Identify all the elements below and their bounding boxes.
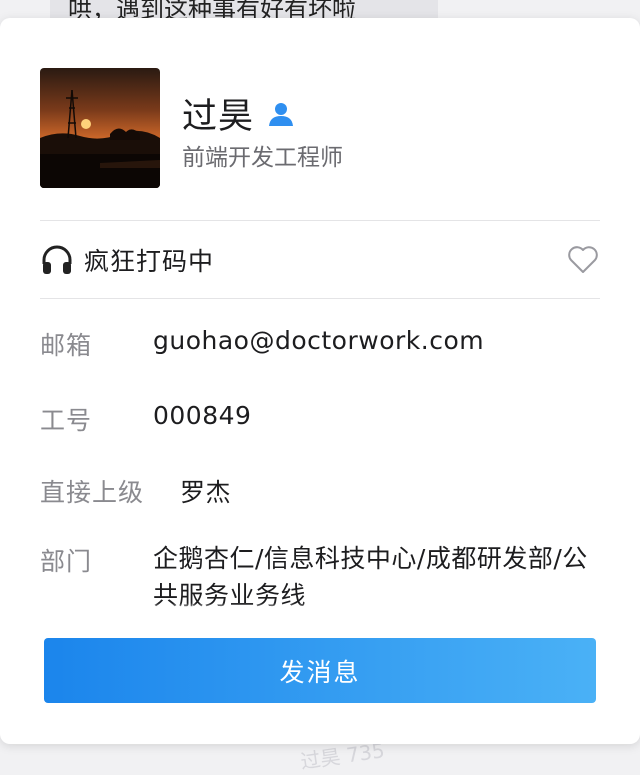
divider xyxy=(40,298,600,299)
profile-name: 过昊 xyxy=(182,97,255,137)
user-icon xyxy=(269,102,294,126)
send-message-button[interactable]: 发消息 xyxy=(44,638,596,703)
avatar[interactable] xyxy=(40,68,160,188)
status-text: 疯狂打码中 xyxy=(84,247,215,276)
employee-id-value: 000849 xyxy=(153,401,252,430)
heart-icon[interactable] xyxy=(566,242,600,276)
scroll-fade xyxy=(40,603,600,611)
status-row: 疯狂打码中 xyxy=(40,240,600,280)
profile-card: 过昊 前端开发工程师 疯狂打码中 邮箱 guohao@doctorwork.co… xyxy=(0,18,640,744)
manager-label: 直接上级 xyxy=(40,478,145,507)
divider xyxy=(40,220,600,221)
headphones-icon xyxy=(42,245,72,274)
manager-value[interactable]: 罗杰 xyxy=(180,473,231,509)
name-row: 过昊 xyxy=(182,88,296,139)
profile-job-title: 前端开发工程师 xyxy=(182,145,343,171)
employee-id-label: 工号 xyxy=(40,406,93,435)
email-value[interactable]: guohao@doctorwork.com xyxy=(153,326,484,355)
email-label: 邮箱 xyxy=(40,331,93,360)
avatar-image xyxy=(40,68,160,188)
department-label: 部门 xyxy=(40,547,93,576)
